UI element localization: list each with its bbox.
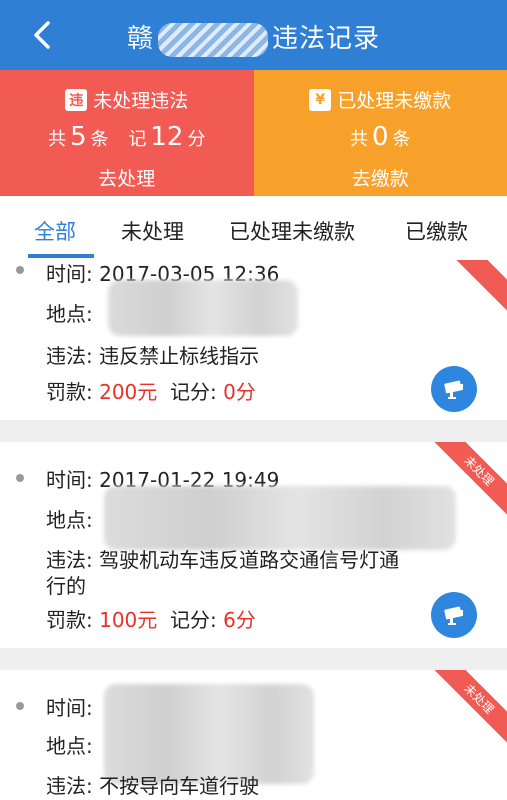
timeline-dot <box>16 702 24 710</box>
fine-row: 罚款: 100元 记分: 6分 <box>46 604 256 633</box>
violation-row: 违法: 违反禁止标线指示 <box>46 340 259 369</box>
redacted-location <box>108 280 298 336</box>
unpaid-title: 已处理未缴款 <box>337 90 452 112</box>
time-label: 时间: <box>46 468 93 492</box>
count-unit: 条 <box>392 129 411 150</box>
status-ribbon <box>428 260 507 318</box>
unprocessed-head: 违 未处理违法 <box>0 86 254 113</box>
violation-label: 违法: <box>46 774 93 798</box>
pay-button[interactable]: 去缴款 <box>254 164 507 191</box>
points-label: 记 <box>128 129 147 150</box>
record-card[interactable]: 未处理 时间: 地点: 违法: 不按导向车道行驶 <box>0 670 507 800</box>
yen-icon: ¥ <box>309 88 332 111</box>
count-unit: 条 <box>90 129 109 150</box>
timeline-dot <box>16 266 24 274</box>
time-label: 时间: <box>46 696 93 720</box>
page-title: 赣 违法记录 <box>0 18 507 57</box>
tab-all[interactable]: 全部 <box>34 216 76 246</box>
redacted-location <box>104 486 456 550</box>
timeline-dot <box>16 474 24 482</box>
camera-button[interactable] <box>431 592 477 638</box>
status-ribbon: 未处理 <box>428 670 507 750</box>
location-label: 地点: <box>46 302 93 326</box>
tab-processed-unpaid[interactable]: 已处理未缴款 <box>229 216 355 246</box>
app-header: 赣 违法记录 <box>0 0 507 70</box>
fine-value: 100元 <box>99 608 158 632</box>
title-prefix: 赣 <box>126 24 154 54</box>
fine-label: 罚款: <box>46 608 93 632</box>
time-label: 时间: <box>46 262 93 286</box>
violation-label: 违法: <box>46 344 93 368</box>
camera-button[interactable] <box>431 366 477 412</box>
unpaid-stats: 共0条 <box>254 122 507 152</box>
tab-unprocessed[interactable]: 未处理 <box>121 216 184 246</box>
record-card[interactable]: 时间: 2017-03-05 12:36 地点: 违法: 违反禁止标线指示 罚款… <box>0 260 507 420</box>
unprocessed-points: 12 <box>150 122 184 152</box>
tab-paid[interactable]: 已缴款 <box>405 216 468 246</box>
unprocessed-count: 5 <box>70 122 87 152</box>
violation-value: 驾驶机动车违反道路交通信号灯通 <box>99 548 400 572</box>
violation-row: 违法: 不按导向车道行驶 <box>46 770 259 799</box>
location-row: 地点: <box>46 730 93 759</box>
points-label: 记分: <box>170 380 217 404</box>
card-gap <box>0 648 507 670</box>
card-gap <box>0 420 507 442</box>
redacted-plate <box>158 22 268 57</box>
active-tab-indicator <box>28 254 94 258</box>
violation-row-continued: 行的 <box>46 574 86 598</box>
summary-panels: 违 未处理违法 共5条 记 12 分 去处理 ¥ 已处理未缴款 共0条 去缴款 <box>0 70 507 196</box>
points-value: 0分 <box>223 380 256 404</box>
unpaid-panel[interactable]: ¥ 已处理未缴款 共0条 去缴款 <box>253 70 507 196</box>
process-button[interactable]: 去处理 <box>0 164 254 191</box>
fine-row: 罚款: 200元 记分: 0分 <box>46 376 256 405</box>
violation-value: 不按导向车道行驶 <box>99 774 260 798</box>
violation-value: 违反禁止标线指示 <box>99 344 260 368</box>
points-label: 记分: <box>170 608 217 632</box>
violation-icon: 违 <box>65 88 88 111</box>
redacted-time-location <box>104 684 314 784</box>
count-label: 共 <box>48 129 67 150</box>
title-suffix: 违法记录 <box>272 24 381 54</box>
unprocessed-panel[interactable]: 违 未处理违法 共5条 记 12 分 去处理 <box>0 70 254 196</box>
unprocessed-stats: 共5条 记 12 分 <box>0 122 254 152</box>
violation-row: 违法: 驾驶机动车违反道路交通信号灯通 <box>46 544 399 573</box>
fine-value: 200元 <box>99 380 158 404</box>
points-value: 6分 <box>223 608 256 632</box>
location-row: 地点: <box>46 504 93 533</box>
count-label: 共 <box>349 129 368 150</box>
surveillance-camera-icon <box>444 380 463 399</box>
unpaid-head: ¥ 已处理未缴款 <box>254 86 507 113</box>
fine-label: 罚款: <box>46 380 93 404</box>
location-label: 地点: <box>46 508 93 532</box>
points-unit: 分 <box>187 129 206 150</box>
violation-label: 违法: <box>46 548 93 572</box>
unprocessed-title: 未处理违法 <box>93 90 189 112</box>
location-label: 地点: <box>46 734 93 758</box>
surveillance-camera-icon <box>444 606 463 625</box>
location-row: 地点: <box>46 298 93 327</box>
record-card[interactable]: 未处理 时间: 2017-01-22 19:49 地点: 违法: 驾驶机动车违反… <box>0 442 507 648</box>
filter-tabs: 全部 未处理 已处理未缴款 已缴款 <box>0 196 507 260</box>
time-row: 时间: <box>46 692 93 721</box>
unpaid-count: 0 <box>371 122 389 152</box>
